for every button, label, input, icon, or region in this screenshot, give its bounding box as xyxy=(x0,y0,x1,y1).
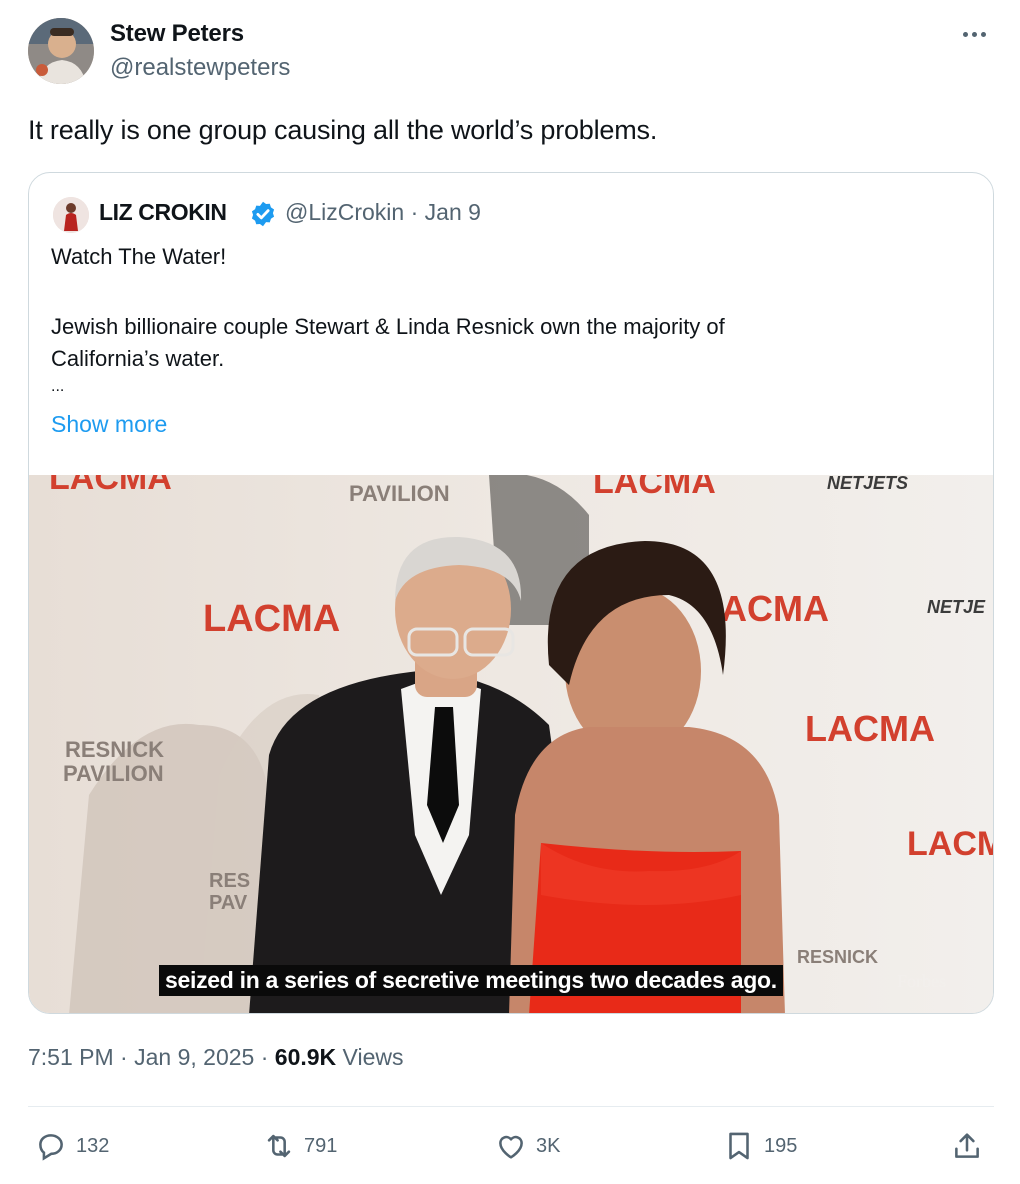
author-display-name[interactable]: Stew Peters xyxy=(110,20,244,48)
views-label: Views xyxy=(342,1044,404,1070)
backdrop-text: PAVILION xyxy=(63,761,164,786)
quoted-media-image[interactable]: LACMA LACMA LACMA ACMA LACMA LACMA PAVIL… xyxy=(29,475,994,1013)
author-avatar[interactable] xyxy=(28,18,94,84)
views-count: 60.9K xyxy=(274,1044,337,1070)
backdrop-text: LACMA xyxy=(907,825,994,863)
show-more-link[interactable]: Show more xyxy=(51,411,167,438)
tweet-time[interactable]: 7:51 PM xyxy=(28,1044,114,1070)
share-icon xyxy=(955,1133,979,1158)
backdrop-text: NETJE xyxy=(927,597,986,617)
reply-icon xyxy=(39,1134,63,1161)
reply-button[interactable]: 132 xyxy=(34,1128,109,1164)
backdrop-text: LACMA xyxy=(49,475,172,497)
tweet-text: It really is one group causing all the w… xyxy=(28,115,658,145)
divider xyxy=(28,1106,994,1107)
tweet-metadata: 7:51 PM · Jan 9, 2025 · 60.9K Views xyxy=(28,1044,403,1071)
quoted-author-name[interactable]: LIZ CROKIN xyxy=(99,199,227,226)
quoted-author-avatar[interactable] xyxy=(53,197,89,233)
quoted-line: Jewish billionaire couple Stewart & Lind… xyxy=(51,314,725,339)
backdrop-text: ACMA xyxy=(721,588,829,629)
media-photo: LACMA LACMA LACMA ACMA LACMA LACMA PAVIL… xyxy=(29,475,994,1013)
backdrop-text: RESNICK xyxy=(797,947,878,967)
repost-button[interactable]: 791 xyxy=(262,1128,337,1164)
backdrop-text: RESNICK xyxy=(65,737,164,762)
like-icon xyxy=(499,1135,523,1159)
quoted-line: Watch The Water! xyxy=(51,244,227,269)
like-count: 3K xyxy=(536,1134,561,1157)
quoted-date[interactable]: Jan 9 xyxy=(425,199,481,225)
tweet-date[interactable]: Jan 9, 2025 xyxy=(134,1044,254,1070)
quoted-ellipsis: ... xyxy=(51,378,65,395)
quoted-line: California’s water. xyxy=(51,346,225,371)
backdrop-text: LACMA xyxy=(805,708,935,749)
svg-text:Forbes: Forbes xyxy=(897,971,946,991)
quoted-handle[interactable]: @LizCrokin xyxy=(285,199,404,225)
meta-separator: · xyxy=(260,1044,269,1070)
backdrop-text: PAVILION xyxy=(349,481,450,506)
more-icon[interactable] xyxy=(956,20,992,48)
backdrop-text: LACMA xyxy=(203,598,340,640)
verified-badge-icon xyxy=(251,201,275,227)
reply-count: 132 xyxy=(76,1134,110,1157)
video-caption: seized in a series of secretive meetings… xyxy=(159,965,783,996)
backdrop-text: RES xyxy=(209,870,250,892)
repost-count: 791 xyxy=(304,1134,338,1157)
repost-icon xyxy=(267,1134,291,1158)
quoted-tweet-card[interactable]: LIZ CROKIN @LizCrokin · Jan 9 Watch The … xyxy=(28,172,994,1014)
meta-separator: · xyxy=(120,1044,128,1070)
backdrop-text: PAV xyxy=(209,892,248,914)
backdrop-text: LACMA xyxy=(593,475,716,501)
quoted-meta: @LizCrokin · Jan 9 xyxy=(285,199,481,226)
bookmark-button[interactable]: 195 xyxy=(722,1128,797,1164)
author-handle[interactable]: @realstewpeters xyxy=(110,54,290,82)
backdrop-text: NETJETS xyxy=(827,475,908,493)
share-button[interactable] xyxy=(950,1128,984,1164)
bookmark-icon xyxy=(729,1132,749,1160)
meta-separator: · xyxy=(410,199,419,225)
bookmark-count: 195 xyxy=(764,1134,798,1157)
like-button[interactable]: 3K xyxy=(494,1128,560,1164)
